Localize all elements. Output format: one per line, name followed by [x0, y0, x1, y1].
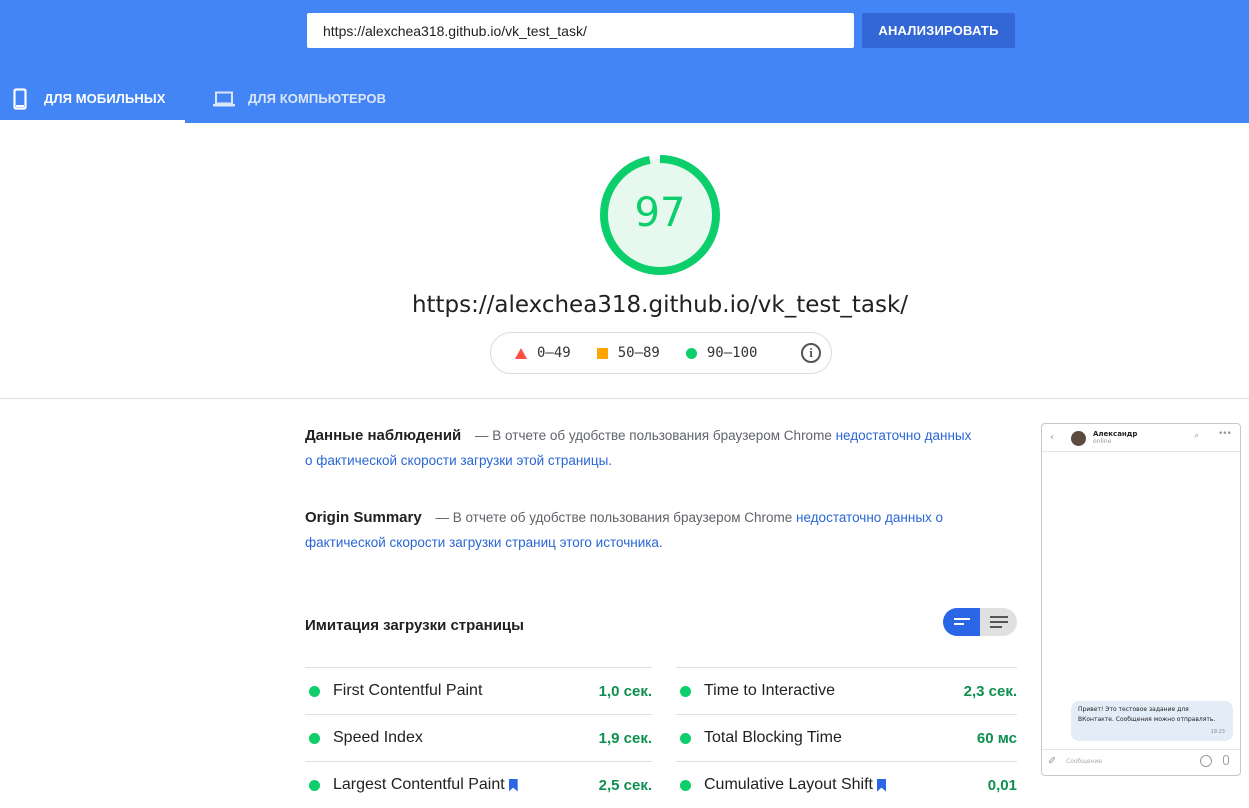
metric-value: 0,01 [987, 776, 1017, 794]
compact-list-icon [953, 618, 970, 625]
chat-message-text: Привет! Это тестовое задание для ВКонтак… [1078, 706, 1216, 723]
metrics-view-toggle [943, 608, 1017, 636]
legend-range: 0–49 [537, 345, 571, 361]
legend-item-average: 50–89 [596, 345, 660, 361]
tab-desktop[interactable]: ДЛЯ КОМПЬЮТЕРОВ [209, 74, 409, 123]
legend-range: 90–100 [706, 345, 758, 361]
microphone-icon [1223, 755, 1229, 765]
url-input[interactable] [307, 13, 854, 48]
attach-icon: ✐ [1048, 756, 1057, 767]
circle-icon [685, 347, 697, 359]
metric-value: 1,9 сек. [598, 729, 652, 747]
laptop-icon [213, 88, 235, 110]
metric-name-wrap: Largest Contentful Paint [333, 776, 599, 794]
metric-value: 1,0 сек. [598, 682, 652, 700]
legend-item-fail: 0–49 [515, 345, 571, 361]
performance-score: 97 [634, 190, 686, 236]
final-url: https://alexchea318.github.io/vk_test_ta… [411, 292, 909, 318]
analyze-button[interactable]: АНАЛИЗИРОВАТЬ [862, 13, 1015, 48]
metric-name: Speed Index [333, 729, 423, 746]
metric-time-to-interactive: Time to Interactive 2,3 сек. [676, 667, 1017, 714]
chat-user-status: online [1093, 438, 1112, 445]
chat-input-bar: ✐ Сообщение [1042, 749, 1240, 775]
pass-dot-icon [309, 779, 320, 791]
metric-value: 2,3 сек. [963, 682, 1017, 700]
origin-summary-text: — В отчете об удобстве пользования брауз… [435, 510, 793, 525]
divider [0, 398, 1249, 399]
metric-name: First Contentful Paint [333, 682, 483, 699]
metric-name: Cumulative Layout Shift [704, 776, 873, 793]
chat-user-name: Александр [1093, 430, 1138, 438]
origin-summary-title: Origin Summary [305, 509, 422, 526]
metric-name: Largest Contentful Paint [333, 776, 505, 793]
metric-total-blocking-time: Total Blocking Time 60 мс [676, 714, 1017, 761]
search-icon: ⌕ [1194, 431, 1200, 441]
info-icon[interactable]: i [801, 343, 821, 363]
more-icon: ••• [1218, 429, 1232, 439]
legend-item-pass: 90–100 [685, 345, 758, 361]
tab-desktop-label: ДЛЯ КОМПЬЮТЕРОВ [248, 91, 387, 106]
bookmark-icon [508, 778, 518, 792]
tab-mobile-label: ДЛЯ МОБИЛЬНЫХ [44, 91, 166, 106]
score-legend: 0–49 50–89 90–100 i [490, 332, 832, 374]
compact-view-button[interactable] [943, 608, 980, 636]
chat-message: Привет! Это тестовое задание для ВКонтак… [1071, 701, 1233, 741]
avatar [1071, 431, 1086, 446]
square-icon [596, 347, 608, 359]
metric-value: 60 мс [976, 729, 1017, 747]
expanded-view-button[interactable] [980, 608, 1017, 636]
metric-name: Time to Interactive [704, 682, 836, 699]
pass-dot-icon [680, 779, 691, 791]
expanded-list-icon [989, 616, 1008, 628]
pass-dot-icon [680, 685, 691, 697]
metric-cumulative-layout-shift: Cumulative Layout Shift 0,01 [676, 761, 1017, 808]
metric-value: 2,5 сек. [598, 776, 652, 794]
top-bar: АНАЛИЗИРОВАТЬ ДЛЯ МОБИЛЬНЫХ ДЛЯ КОМПЬЮТЕ… [0, 0, 1249, 123]
metric-speed-index: Speed Index 1,9 сек. [305, 714, 652, 761]
pass-dot-icon [680, 732, 691, 744]
active-tab-indicator [0, 120, 185, 123]
pass-dot-icon [309, 685, 320, 697]
metric-first-contentful-paint: First Contentful Paint 1,0 сек. [305, 667, 652, 714]
tab-mobile[interactable]: ДЛЯ МОБИЛЬНЫХ [0, 74, 185, 123]
bookmark-icon [876, 778, 886, 792]
pass-dot-icon [309, 732, 320, 744]
chat-message-time: 19:23 [1210, 729, 1225, 735]
back-arrow-icon: ‹ [1050, 432, 1054, 443]
metric-name-wrap: Cumulative Layout Shift [704, 776, 988, 794]
chat-input-placeholder: Сообщение [1066, 758, 1103, 765]
metric-name: Total Blocking Time [704, 729, 842, 746]
field-data-text: — В отчете об удобстве пользования брауз… [475, 428, 832, 443]
emoji-icon [1200, 755, 1212, 767]
triangle-icon [515, 347, 527, 359]
origin-summary-section: Origin Summary — В отчете об удобстве по… [305, 505, 975, 555]
legend-range: 50–89 [617, 345, 660, 361]
metric-largest-contentful-paint: Largest Contentful Paint 2,5 сек. [305, 761, 652, 808]
chat-header: ‹ Александр online ⌕ ••• [1042, 424, 1240, 452]
lab-data-title: Имитация загрузки страницы [305, 617, 524, 634]
field-data-section: Данные наблюдений — В отчете об удобстве… [305, 423, 975, 473]
page-screenshot: ‹ Александр online ⌕ ••• Привет! Это тес… [1041, 423, 1241, 776]
field-data-title: Данные наблюдений [305, 427, 462, 444]
smartphone-icon [9, 87, 31, 110]
